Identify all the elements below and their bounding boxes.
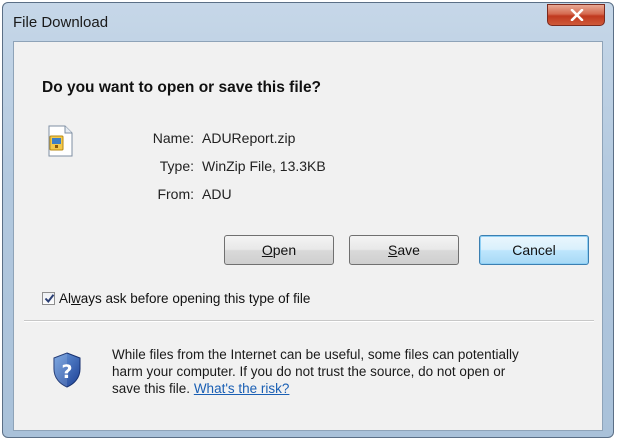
separator — [24, 320, 594, 322]
open-label: pen — [272, 242, 297, 258]
whats-the-risk-link[interactable]: What's the risk? — [194, 381, 290, 396]
svg-text:?: ? — [61, 361, 72, 383]
file-name-value: ADUReport.zip — [202, 130, 296, 146]
file-from-value: ADU — [202, 186, 232, 202]
window-title: File Download — [13, 14, 109, 31]
open-button[interactable]: Open — [224, 235, 334, 265]
security-shield-question-icon: ? — [53, 352, 81, 388]
warning-line-3-text: save this file. — [112, 381, 191, 396]
security-warning: While files from the Internet can be use… — [112, 346, 592, 397]
warning-line-3: save this file. What's the risk? — [112, 380, 592, 397]
always-ask-label-start: Al — [59, 291, 72, 306]
file-type-label: Type: — [159, 158, 194, 174]
always-ask-mnemonic: w — [71, 291, 81, 306]
open-mnemonic: O — [261, 242, 273, 258]
file-name-label: Name: — [152, 130, 194, 146]
always-ask-checkbox[interactable] — [42, 292, 55, 305]
save-mnemonic: S — [388, 242, 398, 258]
save-button[interactable]: Save — [349, 235, 459, 265]
dialog-content: Do you want to open or save this file? N… — [13, 41, 603, 431]
close-button[interactable] — [547, 4, 605, 26]
file-type-value: WinZip File, 13.3KB — [202, 158, 326, 174]
always-ask-label-end: ays ask before opening this type of file — [80, 291, 311, 306]
checkmark-icon — [44, 294, 55, 304]
dialog-heading: Do you want to open or save this file? — [42, 79, 322, 96]
title-bar[interactable]: File Download — [3, 3, 613, 39]
file-from-label: From: — [157, 186, 194, 202]
winzip-file-icon — [48, 125, 73, 157]
warning-line-2: harm your computer. If you do not trust … — [112, 364, 506, 379]
always-ask-label[interactable]: Always ask before opening this type of f… — [59, 291, 310, 306]
close-icon — [570, 9, 584, 21]
save-label: ave — [397, 242, 420, 258]
warning-line-1: While files from the Internet can be use… — [112, 347, 519, 362]
cancel-button[interactable]: Cancel — [479, 235, 589, 265]
file-download-dialog: File Download Do you want to open or sav… — [2, 2, 614, 438]
